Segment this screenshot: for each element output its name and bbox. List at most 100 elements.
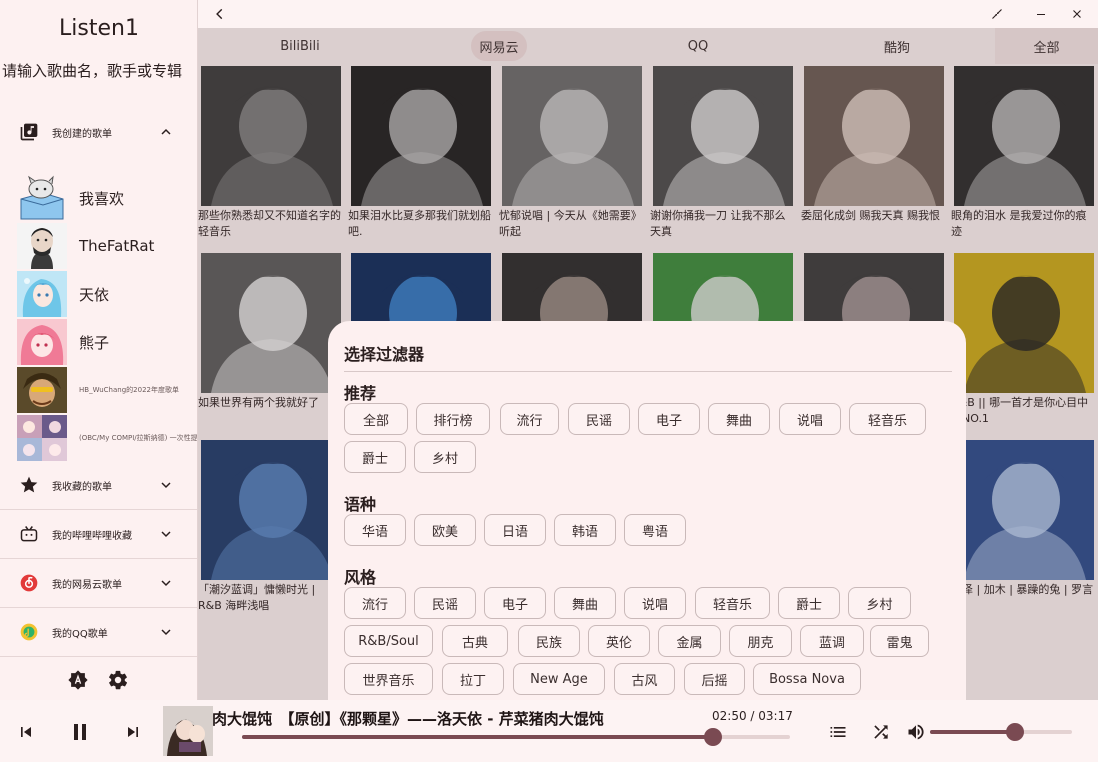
netease-section-header[interactable]: 我的网易云歌单 <box>0 559 197 607</box>
progress-handle[interactable] <box>704 728 723 746</box>
filter-chip[interactable]: 民族 <box>518 625 580 657</box>
filter-chip[interactable]: 古典 <box>442 625 508 657</box>
filter-chip[interactable]: New Age <box>513 663 605 695</box>
playlist-item-xiongzi[interactable]: 熊子 <box>17 318 197 366</box>
chevron-down-icon <box>154 522 178 546</box>
filter-group-title: 风格 <box>344 568 377 587</box>
filter-chip[interactable]: 华语 <box>344 514 406 546</box>
playlist-item-tianyi[interactable]: 天依 <box>17 270 197 318</box>
back-button[interactable] <box>210 4 230 24</box>
playlist-item-obc[interactable]: (OBC/My COMPI/拉斯纳德) 一次性提个歌单吧 <box>17 414 198 462</box>
filter-chip[interactable]: 日语 <box>484 514 546 546</box>
close-button[interactable] <box>1065 4 1089 24</box>
filter-sheet: 选择过滤器 推荐 全部 排行榜 流行 民谣 电子 舞曲 说唱 轻音乐 爵士 乡村 语种 华语 欧美 日语 韩语… <box>328 321 966 721</box>
now-playing-title-marquee: 芹菜猪肉大馄饨 【原创】《那颗星》——洛天依 - 芹菜猪肉大馄饨 <box>213 708 703 730</box>
now-playing-cover[interactable] <box>163 706 213 756</box>
search-input[interactable] <box>2 60 196 82</box>
playlist-label: HB_WuChang的2022年度歌单 <box>79 386 179 394</box>
filter-chip[interactable]: 后摇 <box>684 663 745 695</box>
filter-chip[interactable]: 轻音乐 <box>695 587 770 619</box>
previous-track-button[interactable] <box>14 720 38 744</box>
filter-chip[interactable]: 民谣 <box>568 403 630 435</box>
filter-chip[interactable]: 流行 <box>344 587 406 619</box>
section-label: 我收藏的歌单 <box>52 481 112 493</box>
filter-chip[interactable]: 粤语 <box>624 514 686 546</box>
app-title: Listen1 <box>59 16 139 41</box>
filter-chip[interactable]: 爵士 <box>778 587 840 619</box>
playback-time: 02:50 / 03:17 <box>712 709 793 723</box>
playlist-item-thefatrat[interactable]: TheFatRat <box>17 222 197 270</box>
sidebar: Listen1 我创建的歌单 我喜欢 <box>0 0 198 700</box>
divider <box>0 656 197 657</box>
sidebar-bottom-actions <box>66 668 130 692</box>
filter-chip[interactable]: 流行 <box>500 403 559 435</box>
playlist-queue-icon[interactable] <box>826 720 850 744</box>
filter-chip[interactable]: 朋克 <box>729 625 792 657</box>
playlist-item-favorites[interactable]: 我喜欢 <box>17 174 197 222</box>
filter-chip[interactable]: 电子 <box>638 403 700 435</box>
chevron-down-icon <box>154 473 178 497</box>
qq-music-icon <box>18 621 40 643</box>
theme-icon[interactable] <box>66 668 90 692</box>
filter-chip[interactable]: 轻音乐 <box>849 403 926 435</box>
playlist-cover <box>17 415 67 461</box>
playlist-label: 天依 <box>79 285 110 304</box>
filter-chip[interactable]: 金属 <box>658 625 721 657</box>
filter-chip[interactable]: 英伦 <box>588 625 650 657</box>
volume-handle[interactable] <box>1006 723 1025 741</box>
filter-chip[interactable]: Bossa Nova <box>753 663 861 695</box>
playlist-cover <box>17 271 67 317</box>
minimize-button[interactable] <box>1029 4 1053 24</box>
playlist-item-hb-wuchang[interactable]: HB_WuChang的2022年度歌单 <box>17 366 197 414</box>
created-playlists-label: 我创建的歌单 <box>52 128 112 140</box>
volume-icon[interactable] <box>904 720 928 744</box>
filter-chip[interactable]: 古风 <box>614 663 675 695</box>
playlist-label: (OBC/My COMPI/拉斯纳德) 一次性提个歌单吧 <box>79 434 198 442</box>
filter-chip[interactable]: 爵士 <box>344 441 406 473</box>
filter-chip[interactable]: 舞曲 <box>554 587 616 619</box>
filter-chip[interactable]: 舞曲 <box>708 403 770 435</box>
filter-chip[interactable]: 民谣 <box>414 587 476 619</box>
chevron-down-icon <box>154 620 178 644</box>
chevron-up-icon <box>154 120 178 144</box>
bilibili-section-header[interactable]: 我的哔哩哔哩收藏 <box>0 510 197 558</box>
filter-chip[interactable]: 说唱 <box>624 587 686 619</box>
filter-chip[interactable]: 韩语 <box>554 514 616 546</box>
filter-chip[interactable]: 欧美 <box>414 514 476 546</box>
filter-group-title: 语种 <box>344 495 377 514</box>
filter-chip[interactable]: 雷鬼 <box>870 625 929 657</box>
playlist-cover <box>17 175 67 221</box>
divider <box>344 371 952 372</box>
playlist-cover <box>17 319 67 365</box>
created-playlists-header[interactable]: 我创建的歌单 <box>0 108 197 156</box>
section-label: 我的网易云歌单 <box>52 579 122 591</box>
section-label: 我的QQ歌单 <box>52 628 108 640</box>
music-library-icon <box>18 121 40 143</box>
netease-icon <box>18 572 40 594</box>
filter-chip[interactable]: 乡村 <box>848 587 911 619</box>
filter-chip[interactable]: 世界音乐 <box>344 663 433 695</box>
volume-slider[interactable] <box>930 730 1072 734</box>
filter-chip[interactable]: 蓝调 <box>800 625 864 657</box>
playlist-label: 熊子 <box>79 333 110 352</box>
filter-chip[interactable]: 乡村 <box>414 441 476 473</box>
favorites-section-header[interactable]: 我收藏的歌单 <box>0 461 197 509</box>
filter-chip[interactable]: 排行榜 <box>416 403 490 435</box>
settings-icon[interactable] <box>106 668 130 692</box>
chevron-down-icon <box>154 571 178 595</box>
qq-section-header[interactable]: 我的QQ歌单 <box>0 608 197 656</box>
app-window: Listen1 我创建的歌单 我喜欢 <box>0 0 1098 762</box>
restore-button[interactable] <box>985 4 1009 24</box>
filter-chip[interactable]: 全部 <box>344 403 408 435</box>
filter-chip[interactable]: 拉丁 <box>442 663 504 695</box>
filter-chip[interactable]: 电子 <box>484 587 546 619</box>
playlist-cover <box>17 223 67 269</box>
progress-fill <box>242 735 714 739</box>
filter-chip[interactable]: R&B/Soul <box>344 625 433 657</box>
filter-chip[interactable]: 说唱 <box>779 403 841 435</box>
next-track-button[interactable] <box>121 720 145 744</box>
shuffle-icon[interactable] <box>869 720 893 744</box>
playlist-cover <box>17 367 67 413</box>
section-label: 我的哔哩哔哩收藏 <box>52 530 132 542</box>
pause-button[interactable] <box>66 718 94 746</box>
